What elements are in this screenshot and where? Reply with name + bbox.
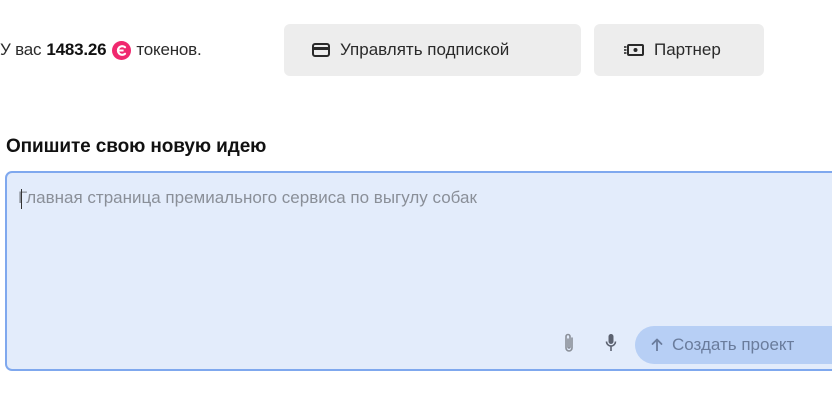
token-coin-icon	[112, 40, 132, 60]
balance-prefix: У вас	[0, 40, 42, 59]
attach-file-button[interactable]	[558, 332, 580, 358]
paperclip-icon	[563, 332, 575, 359]
manage-subscription-label: Управлять подпиской	[340, 40, 510, 59]
credit-card-icon	[312, 43, 330, 57]
idea-input-box: Создать проект	[5, 171, 832, 371]
create-project-button[interactable]: Создать проект	[635, 326, 832, 364]
token-balance: У вас 1483.26 токенов.	[0, 40, 202, 60]
manage-subscription-button[interactable]: Управлять подпиской	[284, 24, 581, 76]
top-bar: У вас 1483.26 токенов. Управлять подписк…	[0, 24, 764, 76]
arrow-up-icon	[651, 338, 663, 352]
microphone-icon	[605, 333, 617, 358]
banknote-icon	[624, 44, 644, 56]
balance-suffix: токенов.	[136, 40, 202, 59]
voice-input-button[interactable]	[600, 332, 622, 358]
partner-button[interactable]: Партнер	[594, 24, 764, 76]
page: У вас 1483.26 токенов. Управлять подписк…	[0, 0, 832, 416]
create-project-label: Создать проект	[672, 335, 795, 354]
balance-amount: 1483.26	[46, 40, 107, 59]
idea-input[interactable]	[18, 187, 798, 307]
partner-label: Партнер	[654, 40, 721, 59]
text-caret	[21, 189, 22, 209]
idea-heading: Опишите свою новую идею	[6, 136, 267, 157]
